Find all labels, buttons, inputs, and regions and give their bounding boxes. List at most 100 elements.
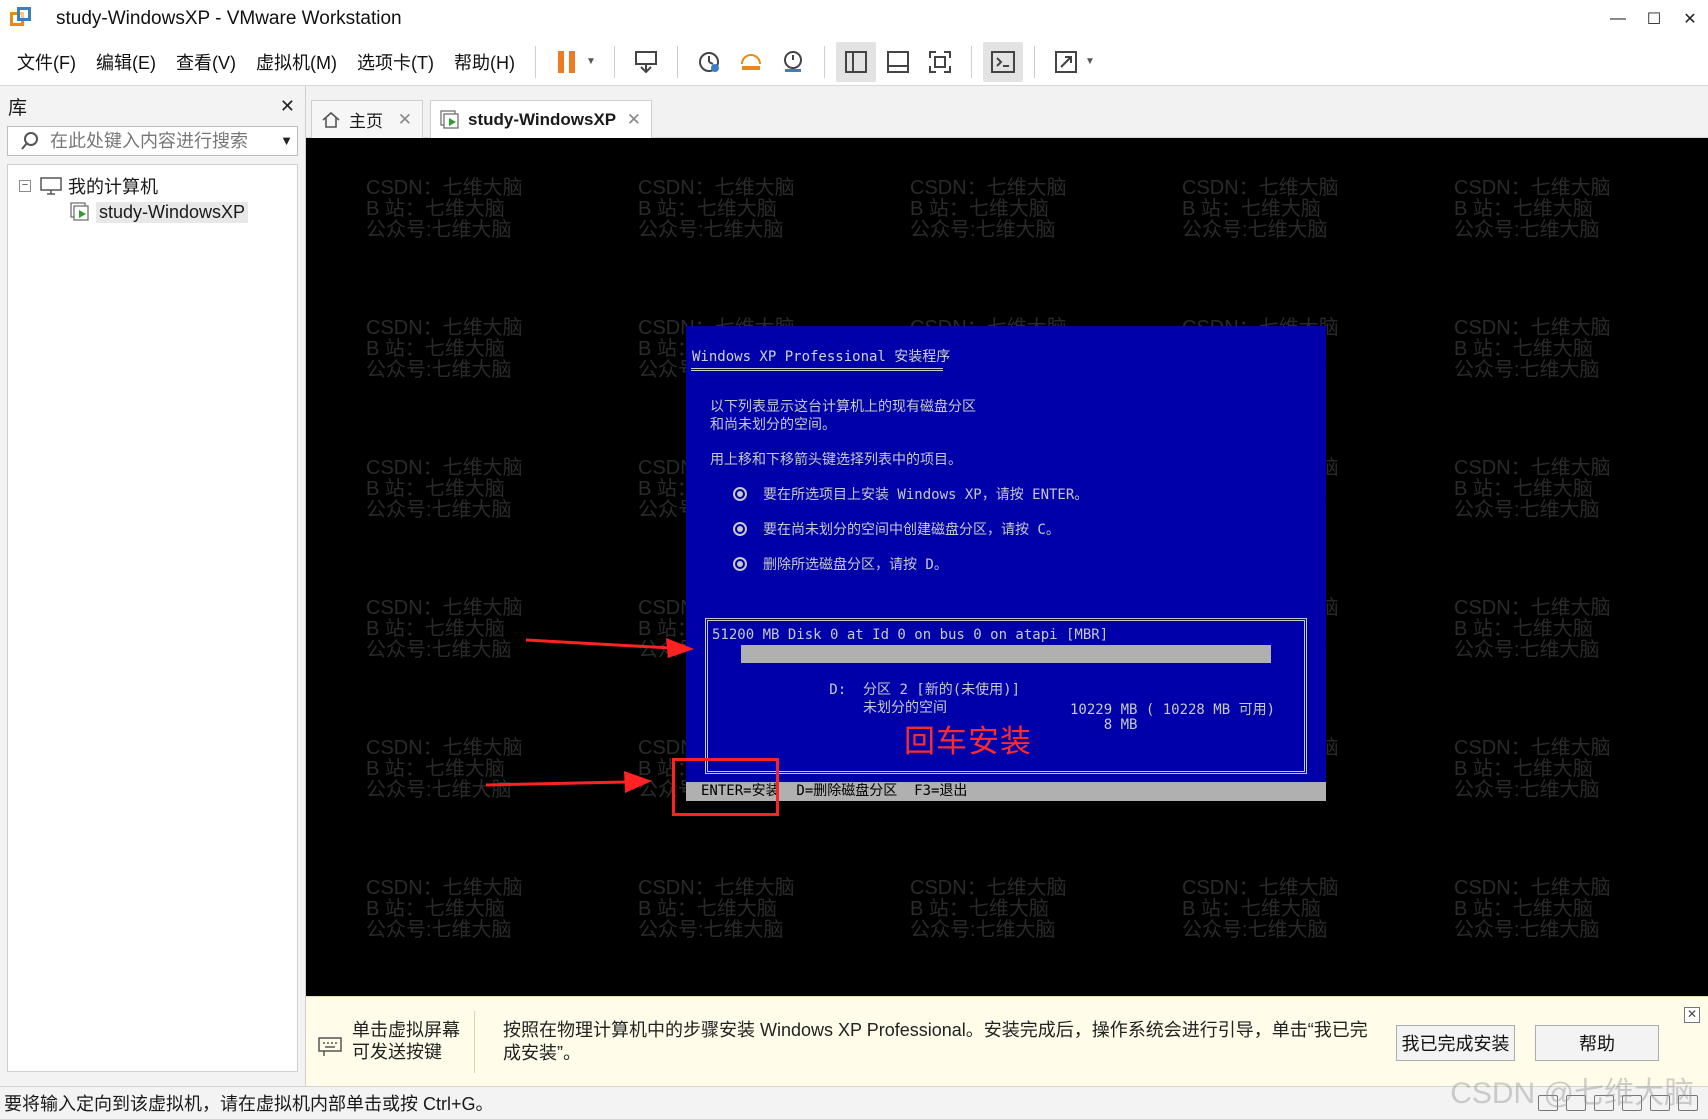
watermark-line: CSDN：七维大脑: [366, 177, 523, 199]
watermark-line: 公众号:七维大脑: [638, 919, 784, 941]
watermark-text: CSDN：七维大脑B 站：七维大脑公众号:七维大脑: [1182, 878, 1339, 941]
menu-tabs[interactable]: 选项卡(T): [347, 49, 444, 75]
tab-home-label: 主页: [349, 112, 383, 131]
watermark-line: 公众号:七维大脑: [1182, 919, 1328, 941]
library-title: 库: [8, 97, 28, 119]
watermark-line: B 站：七维大脑: [1454, 898, 1593, 920]
watermark-line: B 站：七维大脑: [1182, 898, 1321, 920]
watermark-text: CSDN：七维大脑B 站：七维大脑公众号:七维大脑: [366, 178, 523, 241]
tree-label-my-computer: 我的计算机: [68, 177, 158, 197]
menu-edit[interactable]: 编辑(E): [86, 49, 166, 75]
library-close-icon[interactable]: ✕: [280, 96, 295, 117]
library-search: ▼: [7, 126, 298, 156]
watermark-text: CSDN：七维大脑B 站：七维大脑公众号:七维大脑: [1454, 458, 1611, 521]
watermark-line: CSDN：七维大脑: [1454, 177, 1611, 199]
help-button[interactable]: 帮助: [1535, 1025, 1659, 1061]
search-dropdown-icon[interactable]: ▼: [280, 133, 293, 148]
watermark-line: 公众号:七维大脑: [1454, 219, 1600, 241]
show-library-icon[interactable]: [835, 41, 876, 82]
watermark-line: B 站：七维大脑: [366, 338, 505, 360]
watermark-line: CSDN：七维大脑: [366, 597, 523, 619]
watermark-line: CSDN：七维大脑: [366, 457, 523, 479]
watermark-line: 公众号:七维大脑: [1454, 779, 1600, 801]
hint-divider: [474, 1011, 475, 1073]
watermark-line: B 站：七维大脑: [638, 898, 777, 920]
home-icon: [321, 110, 341, 130]
watermark-line: 公众号:七维大脑: [910, 919, 1056, 941]
arrow-to-enter-icon: [486, 771, 652, 793]
stretch-guest-icon[interactable]: [1046, 42, 1086, 82]
hint-close-icon[interactable]: ✕: [1684, 1007, 1700, 1023]
setup-title-underline: [691, 368, 943, 371]
watermark-line: CSDN：七维大脑: [366, 317, 523, 339]
close-button[interactable]: ✕: [1672, 0, 1708, 38]
tab-home[interactable]: 主页 ✕: [311, 100, 423, 138]
tab-vm[interactable]: study-WindowsXP ✕: [430, 100, 652, 139]
installation-done-button[interactable]: 我已完成安装: [1396, 1025, 1515, 1061]
watermark-line: 公众号:七维大脑: [1182, 219, 1328, 241]
watermark-text: CSDN：七维大脑B 站：七维大脑公众号:七维大脑: [366, 598, 523, 661]
toolbar-separator: [1033, 45, 1035, 78]
menu-file[interactable]: 文件(F): [7, 49, 86, 75]
bullet-icon: [733, 522, 747, 536]
vmware-window: study-WindowsXP - VMware Workstation — ☐…: [0, 0, 1708, 1119]
hint-click-text: 单击虚拟屏幕可发送按键: [352, 1020, 460, 1062]
revert-snapshot-icon[interactable]: [731, 42, 771, 82]
fullscreen-icon[interactable]: [920, 42, 960, 82]
watermark-line: B 站：七维大脑: [366, 198, 505, 220]
menu-help[interactable]: 帮助(H): [444, 49, 525, 75]
power-dropdown-icon[interactable]: ▼: [584, 42, 598, 82]
watermark-text: CSDN：七维大脑B 站：七维大脑公众号:七维大脑: [1454, 738, 1611, 801]
toolbar-separator: [970, 45, 972, 78]
tab-home-close-icon[interactable]: ✕: [398, 110, 412, 130]
collapse-icon[interactable]: −: [19, 180, 31, 192]
setup-option-install: 要在所选项目上安装 Windows XP，请按 ENTER。: [733, 484, 1088, 504]
watermark-line: CSDN：七维大脑: [638, 877, 795, 899]
watermark-line: CSDN：七维大脑: [1454, 737, 1611, 759]
watermark-line: CSDN：七维大脑: [366, 877, 523, 899]
vm-console-screen[interactable]: CSDN：七维大脑 B 站：七维大脑 公众号:七维大脑 CSDN：七维大脑 B 站：七维…: [306, 138, 1708, 996]
search-input[interactable]: [50, 130, 270, 152]
bullet-icon: [733, 557, 747, 571]
tab-vm-close-icon[interactable]: ✕: [627, 110, 641, 130]
watermark-line: CSDN：七维大脑: [910, 177, 1067, 199]
tree-item-vm[interactable]: study-WindowsXP: [70, 199, 297, 225]
search-icon: [21, 132, 38, 150]
menu-vm[interactable]: 虚拟机(M): [246, 49, 347, 75]
setup-title: Windows XP Professional 安装程序: [692, 349, 951, 365]
bullet-icon: [733, 487, 747, 501]
partition-row-selected: C: 分区 1 [新的(未使用)] 40963 MB ( 40962 MB 可用…: [741, 645, 1275, 700]
watermark-line: B 站：七维大脑: [1182, 198, 1321, 220]
partition-size: 10229 MB ( 10228 MB 可用): [1070, 702, 1276, 718]
setup-option-text: 要在尚未划分的空间中创建磁盘分区，请按 C。: [763, 522, 1060, 538]
install-annotation: 回车安装: [904, 724, 1032, 760]
computer-icon: [40, 177, 62, 195]
watermark-text: CSDN：七维大脑B 站：七维大脑公众号:七维大脑: [1454, 598, 1611, 661]
watermark-line: CSDN：七维大脑: [910, 877, 1067, 899]
send-ctrl-alt-del-icon[interactable]: [626, 42, 666, 82]
window-controls: — ☐ ✕: [1600, 0, 1708, 38]
watermark-line: CSDN：七维大脑: [366, 737, 523, 759]
snapshot-icon[interactable]: [689, 42, 729, 82]
maximize-button[interactable]: ☐: [1636, 0, 1672, 38]
watermark-line: CSDN：七维大脑: [1454, 457, 1611, 479]
running-vm-icon: [440, 110, 460, 130]
partition-size: 8 MB: [1070, 717, 1138, 733]
console-view-icon[interactable]: [982, 41, 1023, 82]
tab-vm-label: study-WindowsXP: [468, 110, 617, 129]
minimize-button[interactable]: —: [1600, 0, 1636, 38]
watermark-text: CSDN：七维大脑B 站：七维大脑公众号:七维大脑: [910, 178, 1067, 241]
library-header: 库 ✕: [0, 86, 305, 126]
title-bar: study-WindowsXP - VMware Workstation — ☐…: [0, 0, 1708, 38]
toolbar-separator: [676, 45, 678, 78]
stretch-dropdown-icon[interactable]: ▼: [1083, 42, 1097, 82]
enter-highlight-box: [672, 758, 779, 816]
thumbnail-bar-icon[interactable]: [878, 42, 918, 82]
pause-icon[interactable]: [547, 42, 587, 82]
toolbar-separator: [534, 45, 536, 78]
snapshot-manager-icon[interactable]: [773, 42, 813, 82]
tree-item-my-computer[interactable]: − 我的计算机: [8, 173, 297, 199]
watermark-line: 公众号:七维大脑: [1454, 499, 1600, 521]
watermark-line: CSDN：七维大脑: [1454, 317, 1611, 339]
menu-view[interactable]: 查看(V): [166, 49, 246, 75]
